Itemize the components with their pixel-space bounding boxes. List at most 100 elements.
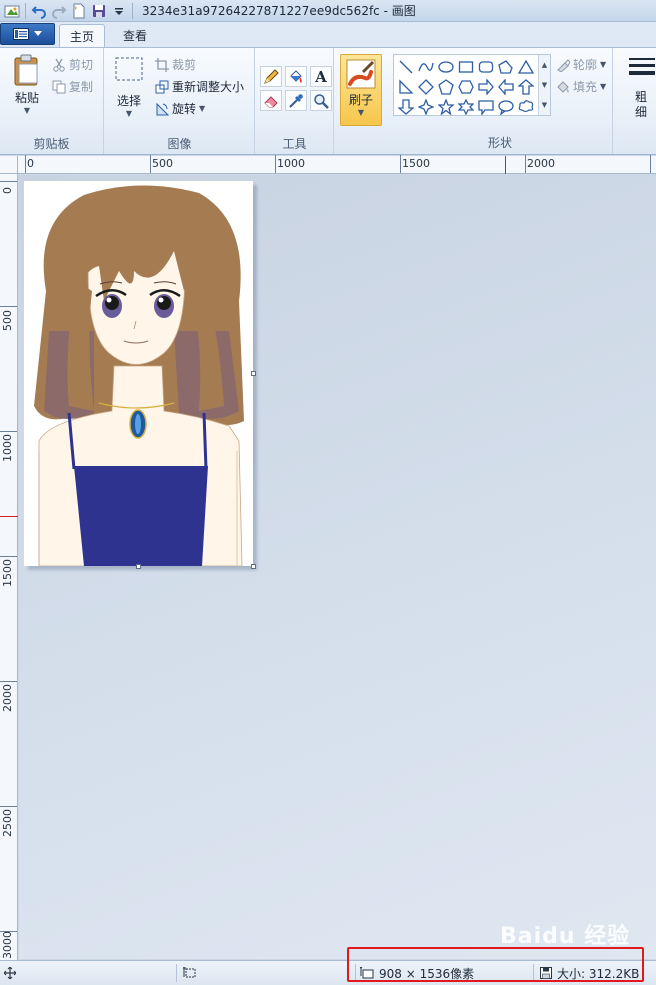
select-label: 选择 (116, 94, 141, 108)
brushes-button[interactable]: 刷子 ▼ (340, 54, 382, 126)
magnifier-icon[interactable] (310, 90, 332, 111)
curve-shape-icon[interactable] (416, 57, 436, 77)
shapes-grid (396, 57, 536, 117)
paste-dropdown-arrow[interactable]: ▼ (24, 106, 30, 115)
group-image: 选择 ▼ 裁剪 重新调整大小 旋转 ▼ 图像 (105, 48, 255, 154)
customize-toolbar-icon[interactable] (109, 1, 129, 21)
ruler-v-label: 1500 (1, 559, 14, 587)
pentagon-shape-icon[interactable] (436, 77, 456, 97)
crop-label: 裁剪 (172, 58, 197, 72)
ruler-h-label: 1500 (402, 157, 430, 170)
new-file-icon[interactable] (69, 1, 89, 21)
horizontal-ruler: 0 500 1000 1500 2000 (0, 155, 656, 174)
title-bar: 3234e31a97264227871227ee9dc562fc - 画图 (0, 0, 656, 22)
five-point-star-shape-icon[interactable] (436, 97, 456, 117)
six-point-star-shape-icon[interactable] (456, 97, 476, 117)
canvas-resize-handle-bottom[interactable] (136, 564, 141, 569)
hexagon-shape-icon[interactable] (456, 77, 476, 97)
triangle-shape-icon[interactable] (516, 57, 536, 77)
ruler-v-label: 2000 (1, 684, 14, 712)
ribbon-tab-row: 主页 查看 (0, 22, 656, 47)
ruler-v-label: 2500 (1, 809, 14, 837)
fill-button[interactable]: 填充 ▼ (556, 78, 606, 95)
line-shape-icon[interactable] (396, 57, 416, 77)
tab-home[interactable]: 主页 (59, 24, 105, 47)
resize-label: 重新调整大小 (172, 80, 245, 94)
chevron-down-icon (34, 31, 42, 36)
right-triangle-shape-icon[interactable] (396, 77, 416, 97)
application-menu-button[interactable] (0, 23, 55, 45)
paste-label: 粘贴 (14, 91, 39, 105)
ruler-corner (0, 156, 18, 174)
canvas-resize-handle-right[interactable] (251, 371, 256, 376)
outline-label: 轮廓 (573, 58, 598, 72)
outline-dropdown-arrow[interactable]: ▼ (600, 60, 606, 69)
size-button[interactable]: 粗细 (624, 56, 656, 120)
cloud-callout-shape-icon[interactable] (516, 97, 536, 117)
resize-icon (155, 80, 169, 93)
right-arrow-shape-icon[interactable] (476, 77, 496, 97)
crosshair-icon (4, 967, 16, 979)
scissors-icon (53, 58, 65, 72)
size-label: 粗细 (634, 90, 647, 119)
four-point-star-shape-icon[interactable] (416, 97, 436, 117)
brushes-label: 刷子 (348, 93, 373, 107)
gallery-expand-icon[interactable]: ▼ (542, 101, 547, 109)
select-button[interactable]: 选择 ▼ (111, 56, 147, 118)
ruler-h-label: 500 (152, 157, 173, 170)
brushes-dropdown-arrow[interactable]: ▼ (358, 108, 364, 117)
group-tools: A 工具 (256, 48, 334, 154)
fill-dropdown-arrow[interactable]: ▼ (600, 82, 606, 91)
paint-app-icon[interactable] (2, 1, 22, 21)
fill-bucket-icon (557, 80, 569, 93)
resize-button[interactable]: 重新调整大小 (155, 78, 244, 95)
copy-button[interactable]: 复制 (52, 78, 93, 95)
left-arrow-shape-icon[interactable] (496, 77, 516, 97)
oval-shape-icon[interactable] (436, 57, 456, 77)
baidu-watermark: Baidu 经验 (500, 918, 630, 950)
diamond-shape-icon[interactable] (416, 77, 436, 97)
text-icon[interactable]: A (310, 66, 332, 87)
cut-button[interactable]: 剪切 (52, 56, 93, 73)
pencil-icon[interactable] (260, 66, 282, 87)
outline-button[interactable]: 轮廓 ▼ (556, 56, 606, 73)
select-dropdown-arrow[interactable]: ▼ (126, 109, 132, 118)
drawing-canvas[interactable] (24, 181, 253, 567)
polygon-shape-icon[interactable] (496, 57, 516, 77)
tab-view[interactable]: 查看 (112, 24, 158, 47)
canvas-resize-handle-corner[interactable] (251, 564, 256, 569)
scroll-up-icon[interactable]: ▲ (542, 61, 547, 69)
ribbon: 粘贴 ▼ 剪切 复制 剪贴板 选择 ▼ 裁剪 重新调整大小 旋转 ▼ 图像 A … (0, 47, 656, 155)
rotate-button[interactable]: 旋转 ▼ (155, 100, 205, 117)
selection-size-icon (183, 967, 196, 978)
fill-icon[interactable] (285, 66, 307, 87)
rectangular-callout-shape-icon[interactable] (476, 97, 496, 117)
color-picker-icon[interactable] (285, 90, 307, 111)
save-icon[interactable] (89, 1, 109, 21)
ruler-cursor-marker (505, 156, 506, 174)
shapes-scrollbar[interactable]: ▲ ▼ ▼ (538, 55, 550, 115)
anime-girl-illustration (34, 185, 244, 567)
baidu-watermark-text: Baidu 经验 (500, 924, 631, 949)
cursor-position-item (4, 961, 16, 985)
rotate-dropdown-arrow[interactable]: ▼ (199, 104, 205, 113)
quick-access-toolbar (0, 0, 136, 22)
vertical-ruler: 0 500 1000 1500 2000 2500 3000 (0, 174, 18, 960)
redo-icon[interactable] (49, 1, 69, 21)
line-thickness-icon (629, 58, 655, 75)
oval-callout-shape-icon[interactable] (496, 97, 516, 117)
tools-grid: A (260, 66, 332, 111)
copy-label: 复制 (69, 80, 94, 94)
down-arrow-shape-icon[interactable] (396, 97, 416, 117)
ruler-h-label: 2000 (527, 157, 555, 170)
up-arrow-shape-icon[interactable] (516, 77, 536, 97)
undo-icon[interactable] (29, 1, 49, 21)
scroll-down-icon[interactable]: ▼ (542, 81, 547, 89)
rounded-rectangle-shape-icon[interactable] (476, 57, 496, 77)
status-highlight-box (347, 947, 644, 982)
rectangle-shape-icon[interactable] (456, 57, 476, 77)
crop-icon (155, 57, 169, 72)
eraser-icon[interactable] (260, 90, 282, 111)
crop-button[interactable]: 裁剪 (155, 56, 196, 73)
paste-button[interactable]: 粘贴 ▼ (8, 54, 46, 115)
